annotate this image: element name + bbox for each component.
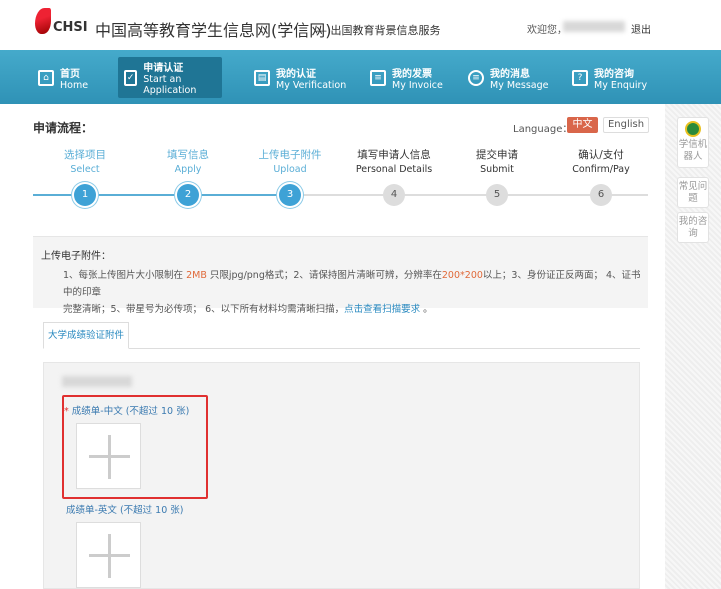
step-sublabel: Apply	[174, 164, 202, 175]
main-nav: ⌂ 首页 Home ✓ 申请认证 Start an Application ▤ 我的认证 M…	[0, 50, 721, 104]
nav-sublabel: My Invoice	[392, 79, 443, 91]
nav-my-enquiry[interactable]: ? 我的咨询 My Enquiry	[566, 57, 653, 98]
step-circle: 2	[177, 184, 199, 206]
site-title: 中国高等教育学生信息网(学信网)	[95, 21, 332, 40]
notice-text: 1、每张上传图片大小限制在 2MB 只限jpg/png格式；2、请保持图片清晰可…	[63, 267, 643, 318]
logo-text: CHSI	[53, 20, 88, 35]
resolution: 200*200	[441, 270, 483, 281]
upload-add-button-en[interactable]	[76, 522, 141, 588]
tab-label: 大学成绩验证附件	[47, 330, 124, 341]
process-title: 申请流程：	[33, 121, 94, 135]
step-label: 上传电子附件	[258, 149, 322, 161]
step-label: 填写信息	[167, 149, 209, 161]
verification-icon: ▤	[254, 69, 270, 86]
upload-label-cn: * 成绩单-中文 (不超过 10 张)	[64, 403, 189, 417]
nav-label: 我的咨询	[594, 68, 634, 80]
step-sublabel: Confirm/Pay	[572, 164, 630, 175]
sidebar-label: 我的咨询	[678, 216, 708, 239]
school-name-blurred	[62, 376, 132, 387]
tab-transcript-attachments[interactable]: 大学成绩验证附件	[43, 322, 129, 349]
message-icon: ≡	[468, 69, 484, 86]
checkbox-icon: ✓	[124, 69, 138, 86]
step-sublabel: Submit	[480, 164, 514, 175]
step-circle: 6	[590, 184, 612, 206]
enquiry-icon: ?	[572, 69, 588, 86]
sidebar-robot[interactable]: 学信机器人	[677, 117, 709, 168]
upload-add-button-cn[interactable]	[76, 423, 141, 489]
invoice-icon: ≡	[370, 69, 386, 86]
step-circle: 3	[279, 184, 301, 206]
robot-icon	[685, 121, 701, 137]
notice-part: 1、每张上传图片大小限制在	[63, 270, 187, 281]
nav-label: 首页	[60, 68, 80, 80]
nav-label: 申请认证	[143, 63, 184, 74]
notice-part: 完整清晰；5、带星号为必传项； 6、以下所有材料均需清晰扫描，	[63, 304, 345, 315]
progress-line-done	[33, 194, 291, 196]
label-text: 成绩单-中文 (不超过 10 张)	[71, 406, 190, 417]
step-circle: 5	[486, 184, 508, 206]
size-limit: 2MB	[186, 270, 207, 281]
nav-my-invoice[interactable]: ≡ 我的发票 My Invoice	[364, 57, 449, 98]
lang-en-button[interactable]: English	[603, 117, 649, 133]
step-sublabel: Select	[70, 164, 100, 175]
step-label: 选择项目	[64, 149, 106, 161]
nav-my-verification[interactable]: ▤ 我的认证 My Verification	[248, 57, 352, 98]
home-icon: ⌂	[38, 69, 54, 86]
step-circle: 4	[383, 184, 405, 206]
phoenix-icon	[35, 8, 51, 34]
site-subtitle: — 出国教育背景信息服务	[316, 24, 441, 37]
notice-title: 上传电子附件：	[41, 251, 111, 262]
step-sublabel: Personal Details	[355, 164, 433, 175]
sidebar-label: 学信机器人	[678, 139, 708, 162]
required-star: *	[64, 406, 69, 417]
nav-sublabel: My Message	[490, 79, 549, 91]
nav-sublabel: My Enquiry	[594, 79, 648, 91]
scan-requirements-link[interactable]: 点击查看扫描要求	[344, 304, 420, 315]
notice-part: 。	[420, 304, 433, 315]
chsi-logo[interactable]: CHSI	[33, 8, 88, 38]
nav-home[interactable]: ⌂ 首页 Home	[32, 57, 94, 98]
step-label: 确认/支付	[578, 149, 624, 161]
nav-sublabel: Start an Application	[143, 74, 197, 96]
nav-sublabel: Home	[60, 79, 89, 91]
upload-notice: 上传电子附件： 1、每张上传图片大小限制在 2MB 只限jpg/png格式；2、…	[33, 236, 648, 315]
username-blurred	[563, 21, 625, 32]
step-circle: 1	[74, 184, 96, 206]
nav-sublabel: My Verification	[276, 79, 347, 91]
upload-label-en: 成绩单-英文 (不超过 10 张)	[66, 505, 184, 516]
tab-line	[43, 348, 640, 349]
language-label: Language：	[513, 124, 573, 135]
nav-label: 我的发票	[392, 68, 432, 80]
lang-cn-button[interactable]: 中文	[567, 117, 598, 133]
step-label: 填写申请人信息	[357, 149, 431, 161]
nav-label: 我的认证	[276, 68, 316, 80]
sidebar-my-enquiry[interactable]: 我的咨询	[677, 212, 709, 243]
sidebar-label: 常见问题	[678, 181, 708, 204]
notice-part: 只限jpg/png格式；2、请保持图片清晰可辨，分辨率在	[206, 270, 442, 281]
logout-link[interactable]: 退出	[631, 21, 651, 36]
welcome-text: 欢迎您，	[527, 25, 567, 36]
sidebar-faq[interactable]: 常见问题	[677, 177, 709, 208]
header: CHSI 中国高等教育学生信息网(学信网) — 出国教育背景信息服务 欢迎您， …	[0, 0, 721, 50]
step-sublabel: Upload	[273, 164, 307, 175]
nav-label: 我的消息	[490, 68, 530, 80]
nav-my-message[interactable]: ≡ 我的消息 My Message	[462, 57, 554, 98]
step-label: 提交申请	[476, 149, 518, 161]
nav-start-application[interactable]: ✓ 申请认证 Start an Application	[118, 57, 222, 98]
